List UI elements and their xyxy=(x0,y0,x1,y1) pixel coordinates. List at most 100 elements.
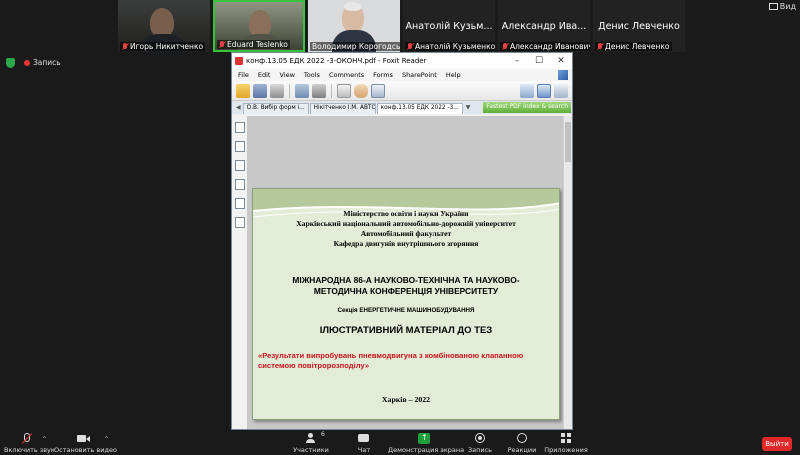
participants-icon: 6 xyxy=(305,431,325,444)
chat-bubble-icon xyxy=(358,433,370,444)
participants-count: 6 xyxy=(321,431,325,438)
rotate-icon[interactable] xyxy=(537,83,551,98)
slide-topic-line-1: «Результати випробувань пневмодвигуна з … xyxy=(258,351,524,360)
pages-icon[interactable] xyxy=(234,141,245,152)
maximize-button[interactable]: ☐ xyxy=(528,56,550,66)
slide-university-line: Харківський національний автомобільно-до… xyxy=(296,219,516,228)
tab-document-1[interactable]: О.В. Вибір форм і... xyxy=(242,103,309,114)
leave-meeting-button[interactable]: Выйти xyxy=(762,437,792,451)
menu-comments[interactable]: Comments xyxy=(329,71,364,79)
slide-topic-line-2: системою повітророзподілу» xyxy=(258,361,370,370)
close-button[interactable]: ✕ xyxy=(550,56,572,66)
participant-tile-5[interactable]: Александр Ива... Александр Иванович xyxy=(498,0,590,52)
menu-forms[interactable]: Forms xyxy=(373,71,393,79)
document-icon[interactable] xyxy=(337,83,351,98)
menu-edit[interactable]: Edit xyxy=(258,71,271,79)
apps-button[interactable]: Приложения xyxy=(544,433,588,454)
scrollbar-thumb[interactable] xyxy=(565,122,571,162)
slide-faculty-line: Автомобільний факультет xyxy=(360,229,452,238)
mic-muted-icon xyxy=(407,43,413,50)
tabs-scroll-left-icon[interactable]: ◀ xyxy=(234,104,243,111)
participant-caption: Денис Левченко xyxy=(595,42,672,51)
share-screen-icon: ↑ xyxy=(418,433,430,444)
participant-caption: Александр Иванович xyxy=(500,42,590,51)
participant-caption: Анатолій Кузьменко xyxy=(405,42,495,51)
menu-bar: File Edit View Tools Comments Forms Shar… xyxy=(232,69,572,81)
foxit-app-icon xyxy=(235,57,243,65)
open-folder-icon[interactable] xyxy=(236,83,250,98)
signature-icon[interactable] xyxy=(234,217,245,228)
participants-button[interactable]: 6 Участники xyxy=(292,431,330,454)
comments-icon[interactable] xyxy=(234,179,245,190)
share-screen-button[interactable]: ↑ Демонстрация экрана xyxy=(388,433,464,454)
reactions-button[interactable]: Реакции xyxy=(506,433,538,454)
layers-icon[interactable] xyxy=(234,160,245,171)
slide-section: Секція ЕНЕРГЕТИЧНЕ МАШИНОБУДУВАННЯ xyxy=(337,307,475,314)
chat-button[interactable]: Чат xyxy=(352,433,376,454)
record-icon xyxy=(474,433,486,444)
apps-grid-icon xyxy=(560,433,572,444)
toolbar-divider xyxy=(331,83,332,98)
scan-icon[interactable] xyxy=(312,83,326,98)
mic-muted-icon xyxy=(219,41,225,48)
main-toolbar xyxy=(232,81,572,101)
toolbar-divider xyxy=(289,83,290,98)
print-icon[interactable] xyxy=(270,83,284,98)
pdf-viewer[interactable]: Міністерство освіти і науки України Харк… xyxy=(248,116,572,429)
menu-help[interactable]: Help xyxy=(446,71,461,79)
foxit-reader-window: конф.13.05 ЕДК 2022 -3-ОКОНЧ.pdf - Foxit… xyxy=(231,52,573,430)
window-title: конф.13.05 ЕДК 2022 -3-ОКОНЧ.pdf - Foxit… xyxy=(246,57,427,65)
tabs-dropdown-icon[interactable]: ▼ xyxy=(464,104,473,111)
participant-strip: Игорь Никитченко Eduard Teslenko Володим… xyxy=(118,0,685,52)
save-icon[interactable] xyxy=(253,83,267,98)
attachment-icon[interactable] xyxy=(234,198,245,209)
window-titlebar[interactable]: конф.13.05 ЕДК 2022 -3-ОКОНЧ.pdf - Foxit… xyxy=(232,53,572,69)
mic-muted-icon xyxy=(597,43,603,50)
tab-document-3-active[interactable]: конф.13.05 ЕДК 2022 -3... xyxy=(376,103,463,114)
hand-tool-icon[interactable] xyxy=(354,83,368,98)
video-camera-icon xyxy=(77,433,90,444)
menu-tools[interactable]: Tools xyxy=(304,71,320,79)
video-options-caret-icon[interactable]: ^ xyxy=(104,436,109,443)
view-button[interactable]: Вид xyxy=(768,2,796,11)
fit-page-icon[interactable] xyxy=(554,83,568,98)
bookmarks-icon[interactable] xyxy=(234,122,245,133)
slide-conference-line-1: МІЖНАРОДНА 86-А НАУКОВО-ТЕХНІЧНА ТА НАУК… xyxy=(292,275,520,285)
document-tabs: ◀ О.В. Вибір форм і... Нікітченко І.М. А… xyxy=(232,101,572,114)
shield-icon[interactable] xyxy=(6,58,15,68)
slide-illustrative-heading: ІЛЮСТРАТИВНИЙ МАТЕРІАЛ ДО ТЕЗ xyxy=(319,325,493,336)
slide-ministry-line: Міністерство освіти і науки України xyxy=(343,209,469,218)
mic-muted-icon xyxy=(21,433,33,444)
recording-indicator[interactable]: Запись xyxy=(24,58,61,67)
navigation-sidebar xyxy=(232,116,248,429)
zoom-icon[interactable] xyxy=(520,83,534,98)
slide-department-line: Кафедра двигунів внутрішнього згоряння xyxy=(333,239,479,248)
mic-muted-icon xyxy=(122,43,128,50)
participant-tile-6[interactable]: Денис Левченко Денис Левченко xyxy=(593,0,685,52)
menu-sharepoint[interactable]: SharePoint xyxy=(402,71,437,79)
menu-view[interactable]: View xyxy=(279,71,294,79)
emoji-plus-icon xyxy=(516,433,528,444)
pdf-page-slide: Міністерство освіти і науки України Харк… xyxy=(252,188,560,420)
participant-caption: Игорь Никитченко xyxy=(120,42,206,51)
record-button[interactable]: Запись xyxy=(466,433,494,454)
screen-ico-icon[interactable] xyxy=(558,70,568,80)
minimize-button[interactable]: – xyxy=(506,56,528,66)
participant-tile-3[interactable]: Володимир Корогодський xyxy=(308,0,400,52)
grid-view-icon xyxy=(768,3,778,10)
tab-document-2[interactable]: Нікітченко І.М. АВТОМОБ... xyxy=(309,103,376,114)
participant-tile-2-active-speaker[interactable]: Eduard Teslenko xyxy=(213,0,305,52)
participant-tile-1[interactable]: Игорь Никитченко xyxy=(118,0,210,52)
pdf-search-ad-link[interactable]: Fastest PDF index & search xyxy=(483,102,571,113)
audio-options-caret-icon[interactable]: ^ xyxy=(42,436,47,443)
participant-caption: Володимир Корогодський xyxy=(310,42,400,51)
select-text-icon[interactable] xyxy=(371,83,385,98)
document-area: Міністерство освіти і науки України Харк… xyxy=(232,116,572,429)
email-icon[interactable] xyxy=(295,83,309,98)
slide-conference-line-2: МЕТОДИЧНА КОНФЕРЕНЦІЯ УНІВЕРСИТЕТУ xyxy=(313,286,499,296)
meeting-controls-bar: Включить звук ^ Остановить видео ^ 6 Уча… xyxy=(0,430,800,455)
participant-tile-4[interactable]: Анатолій Кузьм... Анатолій Кузьменко xyxy=(403,0,495,52)
vertical-scrollbar[interactable] xyxy=(563,116,572,429)
menu-file[interactable]: File xyxy=(238,71,249,79)
slide-city-year: Харків – 2022 xyxy=(381,395,431,404)
